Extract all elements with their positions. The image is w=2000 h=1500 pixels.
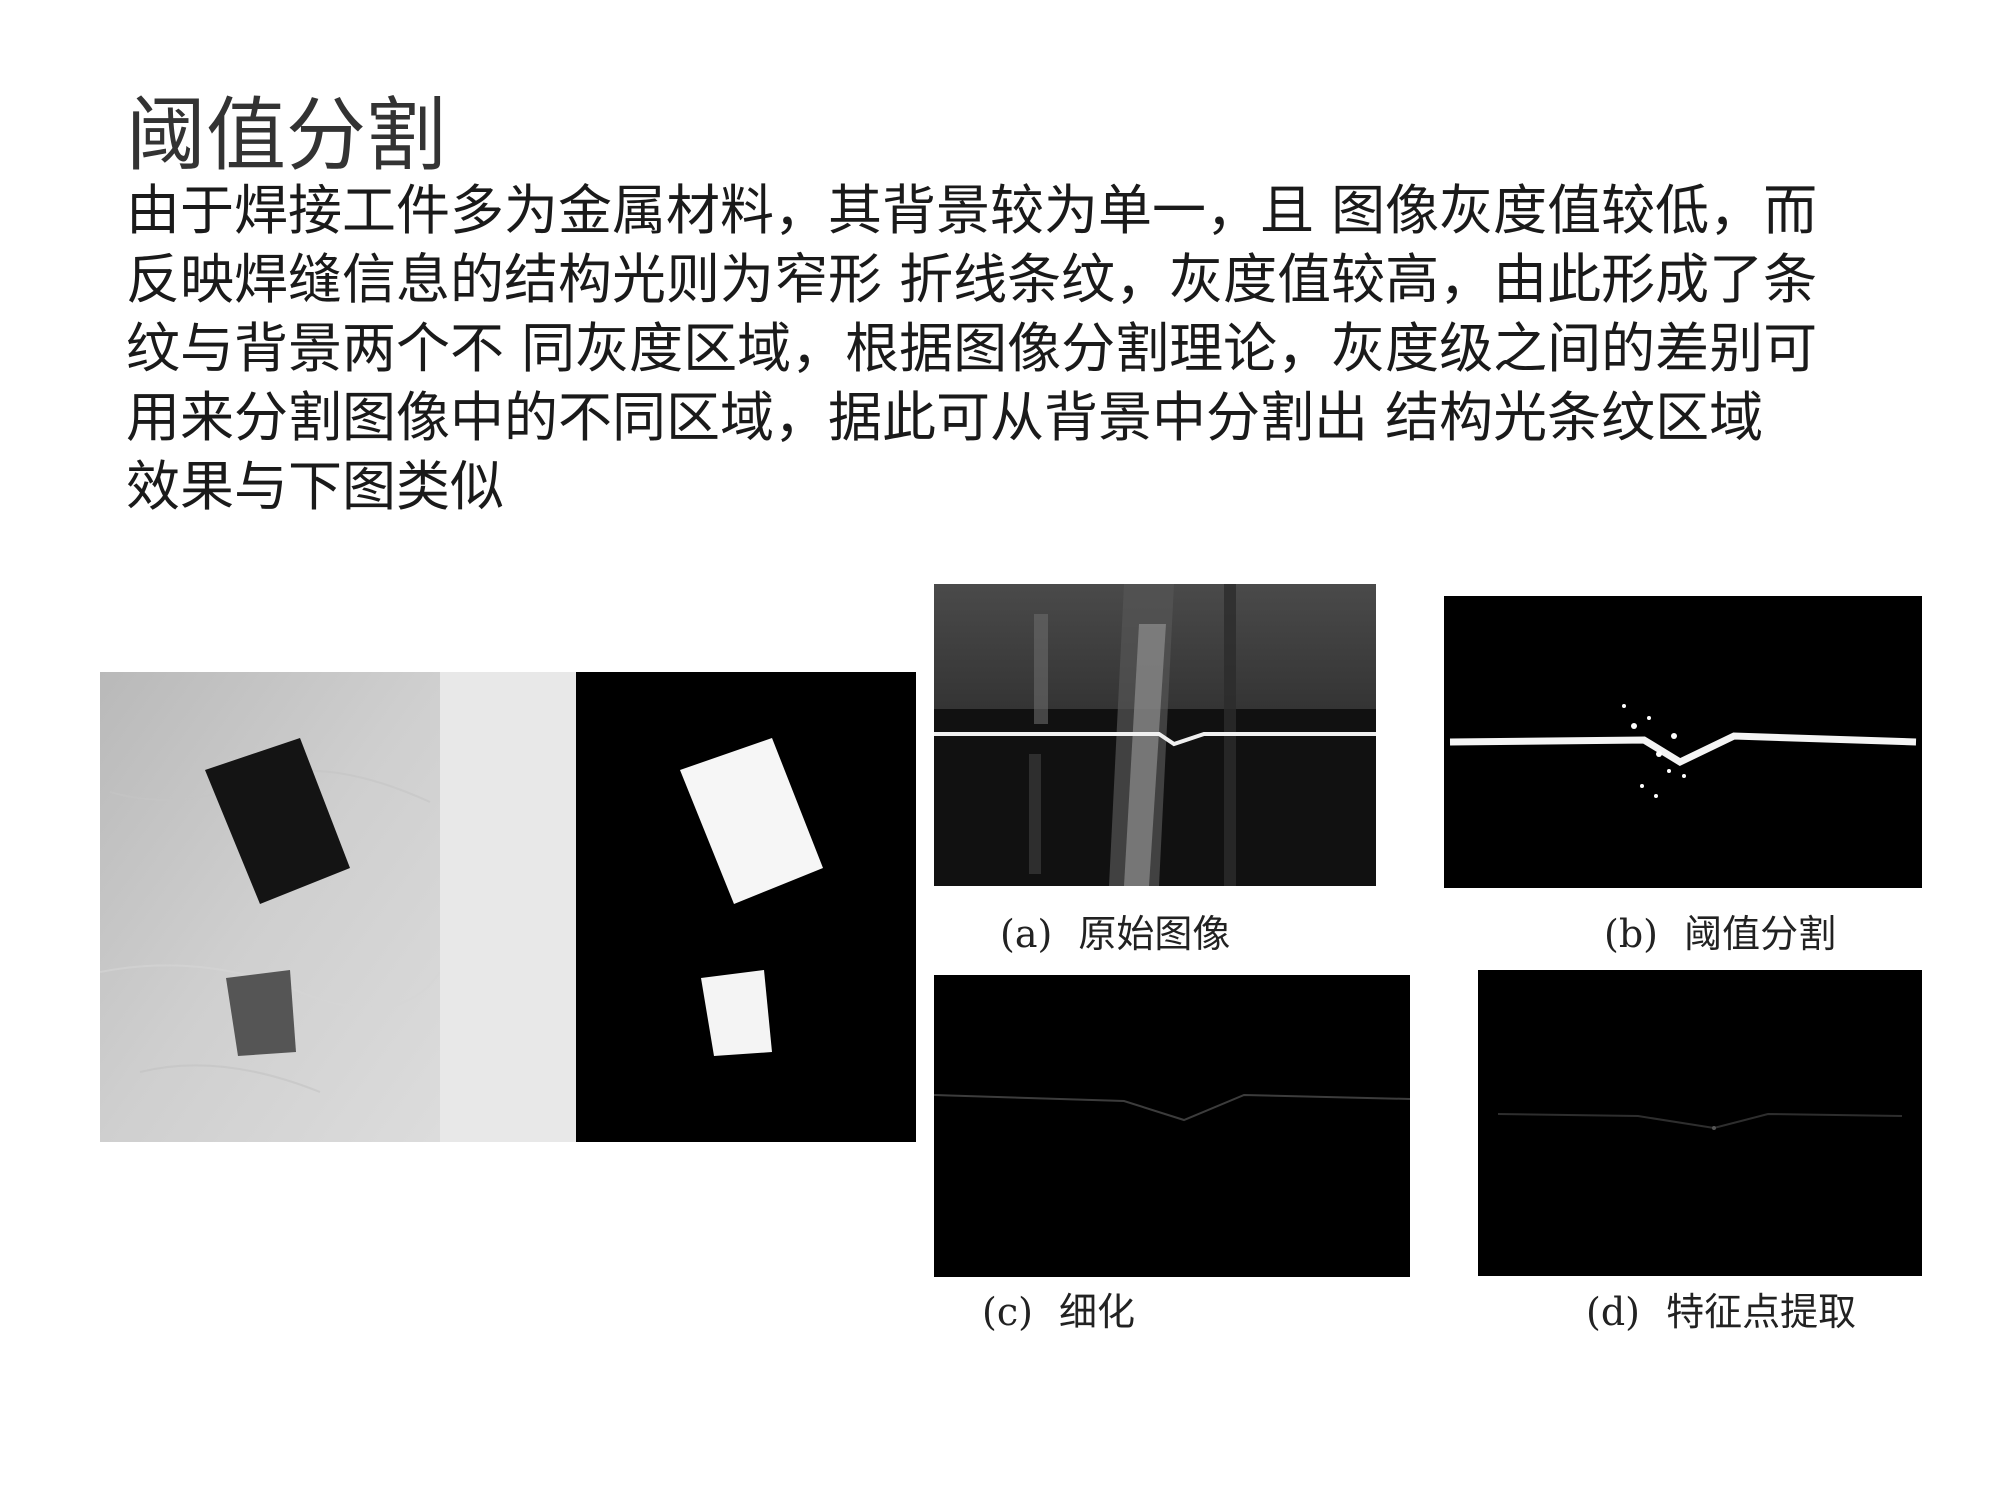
caption-a: (a) 原始图像 [1000,912,1230,956]
figure-d-feature-point-extraction [1478,970,1922,1276]
caption-c: (c) 细化 [982,1290,1135,1334]
caption-d-label: (d) [1586,1290,1640,1334]
dark-paper-small [226,970,296,1056]
caption-d: (d) 特征点提取 [1586,1290,1856,1334]
figure-a-original-image [934,584,1376,886]
caption-b: (b) 阈值分割 [1604,912,1836,956]
white-region-small [701,970,772,1056]
segmented-stripe [1449,732,1917,766]
feature-point [1712,1126,1716,1130]
figure-b-threshold-segmentation [1444,596,1922,888]
body-line: 效果与下图类似 [126,455,504,518]
body-line: 纹与背景两个不 同灰度区域，根据图像分割理论，灰度级之间的差别可 [126,317,1818,380]
caption-a-text: 原始图像 [1078,912,1231,956]
body-paragraph: 由于焊接工件多为金属材料，其背景较为单一，且 图像灰度值较低，而 反映焊缝信息的… [126,176,1906,521]
feature-line [1497,1112,1903,1130]
thinned-stripe [934,1093,1410,1122]
original-photo [100,672,440,1142]
caption-b-label: (b) [1604,912,1658,956]
caption-b-text: 阈值分割 [1684,912,1837,956]
body-line: 由于焊接工件多为金属材料，其背景较为单一，且 图像灰度值较低，而 [126,179,1818,242]
body-line: 用来分割图像中的不同区域，据此可从背景中分割出 结构光条纹区域 [126,386,1764,449]
caption-a-label: (a) [1000,912,1053,956]
body-line: 反映焊缝信息的结构光则为窄形 折线条纹，灰度值较高，由此形成了条 [126,248,1818,311]
binary-segmented-image [576,672,916,1142]
gray-divider-strip [440,672,576,1142]
caption-c-text: 细化 [1059,1290,1136,1334]
figure-c-thinning [934,975,1410,1277]
white-region-large [680,738,823,904]
caption-c-label: (c) [982,1290,1033,1334]
caption-d-text: 特征点提取 [1666,1290,1857,1334]
slide-title: 阈值分割 [126,89,446,182]
